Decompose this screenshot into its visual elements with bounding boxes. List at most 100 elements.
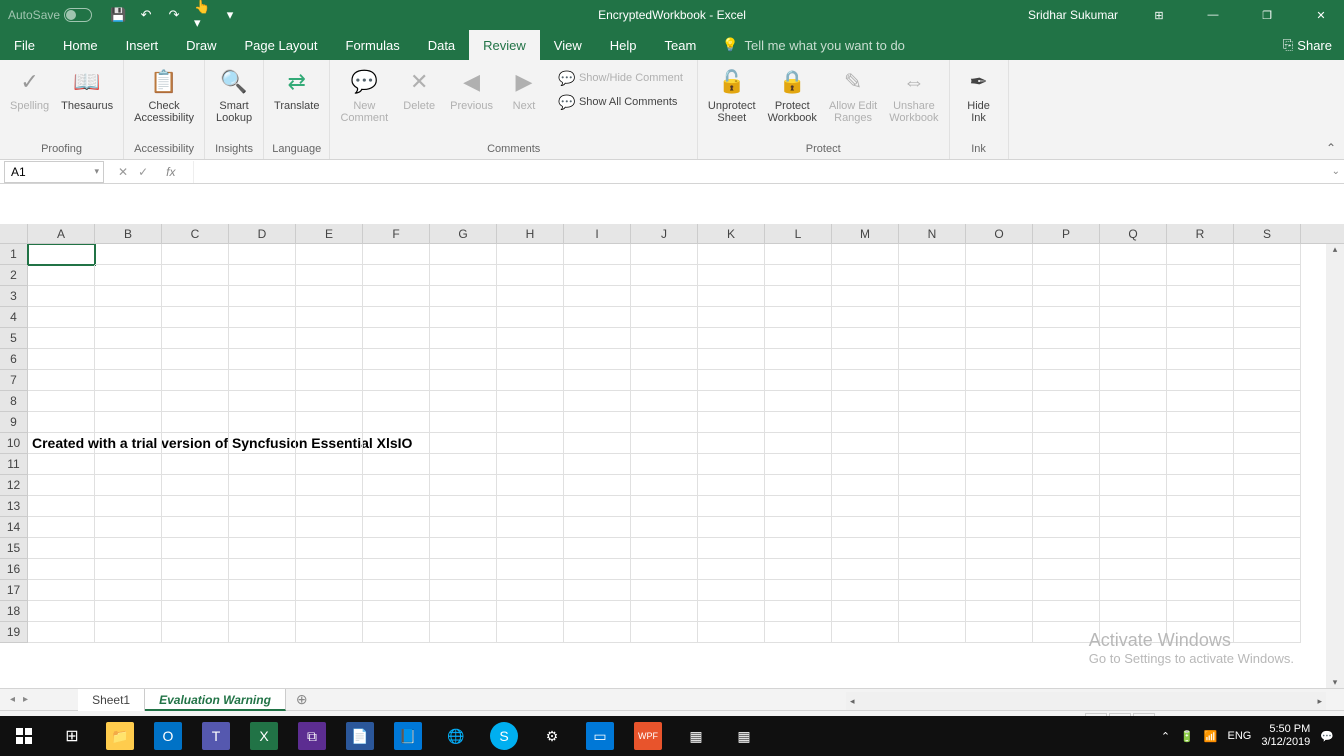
cell[interactable] — [832, 622, 899, 643]
cell[interactable] — [28, 265, 95, 286]
cell[interactable] — [229, 307, 296, 328]
cell[interactable] — [95, 391, 162, 412]
cell[interactable] — [765, 349, 832, 370]
cell[interactable] — [1033, 454, 1100, 475]
cell[interactable] — [765, 580, 832, 601]
cell[interactable] — [698, 244, 765, 265]
cell[interactable] — [832, 328, 899, 349]
fx-icon[interactable]: fx — [158, 165, 183, 179]
col-header[interactable]: G — [430, 224, 497, 243]
cell[interactable] — [229, 328, 296, 349]
cell[interactable] — [1100, 391, 1167, 412]
cell[interactable] — [966, 244, 1033, 265]
cell[interactable] — [1033, 265, 1100, 286]
cell[interactable] — [631, 328, 698, 349]
cell[interactable] — [497, 454, 564, 475]
cell[interactable] — [966, 580, 1033, 601]
cell[interactable] — [832, 412, 899, 433]
row-header[interactable]: 17 — [0, 580, 28, 601]
cell[interactable] — [631, 349, 698, 370]
cell[interactable] — [1100, 496, 1167, 517]
cell[interactable] — [1167, 391, 1234, 412]
cell[interactable] — [229, 559, 296, 580]
expand-formula-bar-icon[interactable]: ⌄ — [1332, 166, 1340, 177]
col-header[interactable]: E — [296, 224, 363, 243]
cell[interactable] — [95, 475, 162, 496]
cell[interactable] — [1234, 391, 1301, 412]
cell[interactable] — [966, 433, 1033, 454]
undo-icon[interactable]: ↶ — [138, 7, 154, 23]
cell[interactable] — [95, 601, 162, 622]
cell[interactable] — [765, 517, 832, 538]
cell[interactable] — [28, 538, 95, 559]
col-header[interactable]: D — [229, 224, 296, 243]
cell[interactable] — [1100, 307, 1167, 328]
cell[interactable] — [698, 601, 765, 622]
cell[interactable] — [631, 307, 698, 328]
cell[interactable] — [162, 601, 229, 622]
cell[interactable] — [296, 559, 363, 580]
cell[interactable] — [1033, 307, 1100, 328]
cell[interactable] — [832, 538, 899, 559]
row-header[interactable]: 19 — [0, 622, 28, 643]
cell[interactable] — [28, 307, 95, 328]
cell[interactable] — [1167, 349, 1234, 370]
cell[interactable] — [162, 559, 229, 580]
cell[interactable] — [229, 370, 296, 391]
cell[interactable] — [564, 559, 631, 580]
cell[interactable] — [899, 601, 966, 622]
cell[interactable] — [497, 517, 564, 538]
cell[interactable] — [765, 454, 832, 475]
cell[interactable] — [1167, 244, 1234, 265]
sheet-tab-evaluation-warning[interactable]: Evaluation Warning — [145, 689, 286, 711]
row-header[interactable]: 9 — [0, 412, 28, 433]
horizontal-scrollbar[interactable] — [846, 692, 1326, 710]
cell[interactable] — [564, 454, 631, 475]
cell[interactable] — [363, 265, 430, 286]
cell[interactable] — [497, 412, 564, 433]
cell[interactable] — [698, 475, 765, 496]
spelling-button[interactable]: ✓ Spelling — [4, 62, 55, 116]
tab-file[interactable]: File — [0, 30, 49, 60]
cell[interactable] — [497, 328, 564, 349]
cell[interactable] — [162, 475, 229, 496]
tab-help[interactable]: Help — [596, 30, 651, 60]
collapse-ribbon-icon[interactable]: ⌃ — [1326, 141, 1336, 155]
row-header[interactable]: 1 — [0, 244, 28, 265]
col-header[interactable]: J — [631, 224, 698, 243]
cell[interactable] — [765, 433, 832, 454]
cell[interactable] — [1167, 412, 1234, 433]
select-all-corner[interactable] — [0, 224, 28, 243]
cell[interactable] — [1033, 433, 1100, 454]
cell[interactable]: Created with a trial version of Syncfusi… — [28, 433, 95, 454]
tray-language[interactable]: ENG — [1228, 730, 1252, 742]
cell[interactable] — [966, 517, 1033, 538]
cell[interactable] — [28, 517, 95, 538]
cell[interactable] — [564, 475, 631, 496]
cell[interactable] — [1100, 328, 1167, 349]
row-header[interactable]: 14 — [0, 517, 28, 538]
cell[interactable] — [631, 496, 698, 517]
cell[interactable] — [162, 580, 229, 601]
cell[interactable] — [1234, 475, 1301, 496]
col-header[interactable]: R — [1167, 224, 1234, 243]
cell[interactable] — [296, 475, 363, 496]
cell[interactable] — [966, 475, 1033, 496]
cell[interactable] — [28, 559, 95, 580]
cell[interactable] — [698, 391, 765, 412]
cell[interactable] — [631, 601, 698, 622]
add-sheet-button[interactable]: ⊕ — [286, 691, 318, 708]
cell[interactable] — [497, 265, 564, 286]
cell[interactable] — [698, 517, 765, 538]
cell[interactable] — [631, 559, 698, 580]
cell[interactable] — [899, 580, 966, 601]
cell[interactable] — [698, 307, 765, 328]
cell[interactable] — [698, 559, 765, 580]
cell[interactable] — [1167, 517, 1234, 538]
col-header[interactable]: F — [363, 224, 430, 243]
cell[interactable] — [363, 538, 430, 559]
cell[interactable] — [1100, 244, 1167, 265]
taskbar-app-5[interactable]: ▦ — [672, 716, 720, 756]
cell[interactable] — [631, 454, 698, 475]
cell[interactable] — [28, 370, 95, 391]
